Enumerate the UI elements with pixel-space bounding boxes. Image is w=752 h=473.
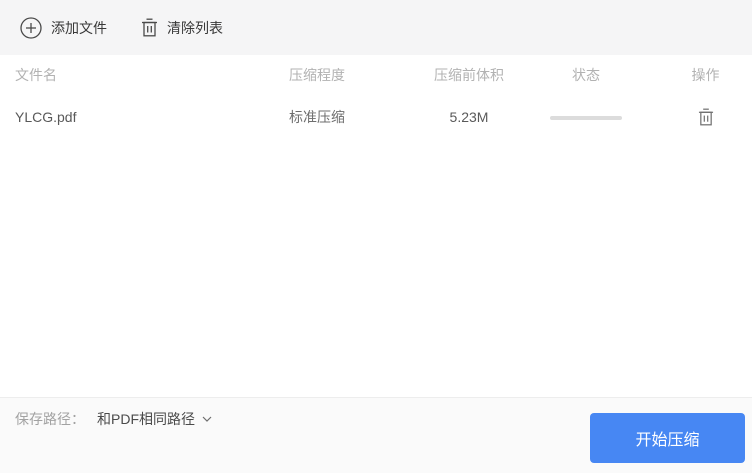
add-file-label: 添加文件 <box>51 19 107 36</box>
row-level: 标准压缩 <box>289 109 345 125</box>
row-status <box>539 109 659 125</box>
plus-circle-icon <box>20 16 42 39</box>
trash-icon <box>141 18 158 37</box>
footer-bar: 保存路径： 和PDF相同路径 开始压缩 <box>0 397 752 473</box>
row-filename: YLCG.pdf <box>15 109 77 125</box>
progress-bar <box>550 116 622 121</box>
trash-icon <box>698 108 714 129</box>
header-size-before: 压缩前体积 <box>434 67 504 83</box>
save-path-dropdown[interactable]: 和PDF相同路径 <box>97 409 212 429</box>
save-path-label: 保存路径： <box>15 411 85 427</box>
table-row: YLCG.pdf 标准压缩 5.23M <box>0 95 752 139</box>
clear-list-button[interactable]: 清除列表 <box>141 18 223 38</box>
clear-list-label: 清除列表 <box>167 19 223 36</box>
row-delete-button[interactable] <box>696 106 716 128</box>
row-size-before: 5.23M <box>449 109 489 125</box>
toolbar: 添加文件 清除列表 <box>0 0 752 55</box>
header-filename: 文件名 <box>15 67 57 83</box>
save-path-value: 和PDF相同路径 <box>97 411 195 427</box>
table-header: 文件名 压缩程度 压缩前体积 状态 操作 <box>0 55 752 95</box>
header-status: 状态 <box>572 67 600 83</box>
chevron-down-icon <box>195 416 212 422</box>
add-file-button[interactable]: 添加文件 <box>20 16 107 39</box>
header-level: 压缩程度 <box>289 67 345 83</box>
header-action: 操作 <box>691 67 720 83</box>
start-compress-button[interactable]: 开始压缩 <box>590 413 745 463</box>
save-path: 保存路径： 和PDF相同路径 <box>15 409 212 429</box>
